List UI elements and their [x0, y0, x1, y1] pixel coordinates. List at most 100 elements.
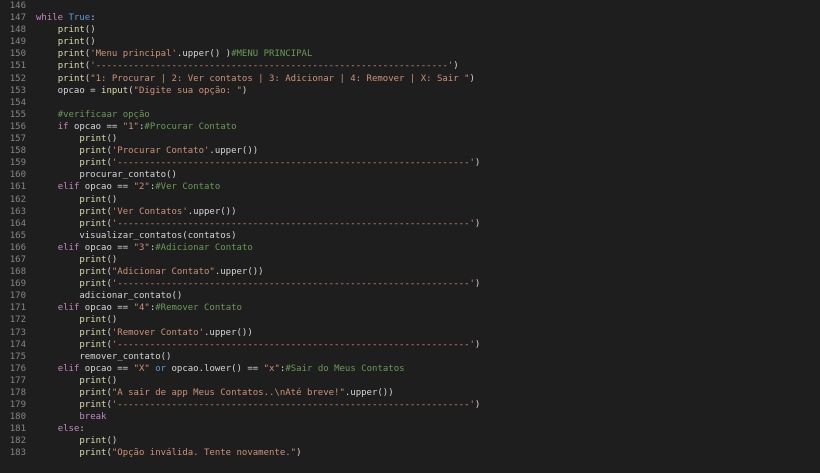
code-token-string: '---------------------------------------… [90, 61, 454, 72]
code-line[interactable]: 177 print() [0, 375, 820, 387]
code-line[interactable]: 181 else: [0, 423, 820, 435]
code-token-comment: #MENU PRINCIPAL [231, 49, 313, 60]
code-token-builtin: print [79, 375, 107, 386]
code-line[interactable]: 146 [0, 0, 820, 12]
code-token-builtin: print [79, 218, 107, 229]
code-line[interactable]: 149 print() [0, 36, 820, 48]
code-token-builtin: print [79, 267, 107, 278]
line-number: 163 [9, 206, 26, 217]
code-line[interactable]: 163 print('Ver Contatos'.upper()) [0, 206, 820, 218]
code-line[interactable]: 159 print('-----------------------------… [0, 157, 820, 169]
code-token-comment: #Procurar Contato [144, 121, 237, 132]
code-line[interactable]: 169 print('-----------------------------… [0, 278, 820, 290]
code-line[interactable]: 176 elif opcao == "X" or opcao.lower() =… [0, 363, 820, 375]
code-line[interactable]: 162 print() [0, 194, 820, 206]
code-token-keyword: elif [57, 242, 80, 253]
code-token-plain: () [84, 25, 96, 36]
code-line[interactable]: 166 elif opcao == "3":#Adicionar Contato [0, 242, 820, 254]
line-number: 168 [9, 267, 26, 278]
code-line[interactable]: 158 print('Procurar Contato'.upper()) [0, 145, 820, 157]
code-line[interactable]: 155 #verificaar opção [0, 109, 820, 121]
code-token-keyword: else [57, 424, 80, 435]
line-code: print("Opção inválida. Tente novamente."… [36, 447, 302, 459]
code-lines: 146 147 while True: 148 print() 149 print() 1… [0, 0, 820, 460]
code-line[interactable]: 180 break [0, 411, 820, 423]
code-token-builtin: print [57, 37, 85, 48]
code-line[interactable]: 161 elif opcao == "2":#Ver Contato [0, 181, 820, 193]
code-line[interactable]: 175 remover_contato() [0, 351, 820, 363]
code-line[interactable]: 179 print('-----------------------------… [0, 399, 820, 411]
line-code: print() [36, 24, 96, 36]
line-code: opcao = input("Digite sua opção: ") [36, 85, 248, 97]
code-line[interactable]: 148 print() [0, 24, 820, 36]
code-line[interactable]: 182 print() [0, 435, 820, 447]
code-line[interactable]: 164 print('-----------------------------… [0, 218, 820, 230]
line-number: 146 [9, 1, 26, 11]
line-number: 166 [9, 242, 26, 253]
code-line[interactable]: 157 print() [0, 133, 820, 145]
code-line[interactable]: 171 elif opcao == "4":#Remover Contato [0, 302, 820, 314]
code-token-string: '---------------------------------------… [111, 279, 475, 290]
code-token-plain: () [106, 315, 118, 326]
code-line[interactable]: 147 while True: [0, 12, 820, 24]
code-editor[interactable]: 146 147 while True: 148 print() 149 print() 1… [0, 0, 820, 473]
code-token-plain: () [106, 254, 118, 265]
line-number: 177 [9, 375, 26, 386]
code-token-builtin: print [79, 194, 107, 205]
line-number: 159 [9, 158, 26, 169]
code-line[interactable]: 167 print() [0, 254, 820, 266]
code-token-const: or [155, 363, 167, 374]
code-line[interactable]: 173 print('Remover Contato'.upper()) [0, 327, 820, 339]
code-token-string: "Adicionar Contato" [111, 267, 215, 278]
code-token-string: 'Procurar Contato' [111, 146, 210, 157]
line-code: #verificaar opção [36, 109, 150, 121]
code-line[interactable]: 172 print() [0, 314, 820, 326]
code-token-builtin: print [79, 134, 107, 145]
code-token-string: '---------------------------------------… [111, 400, 475, 411]
code-token-string: "A sair de app Meus Contatos..\nAté brev… [111, 388, 345, 398]
code-line[interactable]: 151 print('-----------------------------… [0, 60, 820, 72]
code-line[interactable]: 156 if opcao == "1":#Procurar Contato [0, 121, 820, 133]
code-line[interactable]: 153 opcao = input("Digite sua opção: ") [0, 85, 820, 97]
line-code: while True: [36, 12, 96, 24]
line-code: elif opcao == "4":#Remover Contato [36, 302, 242, 314]
code-token-comment: #Sair do Meus Contatos [285, 363, 405, 374]
code-line[interactable]: 183 print("Opção inválida. Tente novamen… [0, 447, 820, 459]
line-code: if opcao == "1":#Procurar Contato [36, 121, 237, 133]
line-code: adicionar_contato() [36, 290, 182, 302]
code-token-builtin: print [79, 436, 107, 447]
line-number: 152 [9, 73, 26, 84]
line-code: print('Ver Contatos'.upper()) [36, 206, 236, 218]
code-token-plain: ) [474, 400, 481, 411]
code-line[interactable]: 168 print("Adicionar Contato".upper()) [0, 266, 820, 278]
line-code: print() [36, 375, 117, 387]
line-number: 156 [9, 121, 26, 132]
code-line[interactable]: 165 visualizar_contatos(contatos) [0, 230, 820, 242]
code-token-keyword: if [57, 121, 69, 132]
code-line[interactable]: 170 adicionar_contato() [0, 290, 820, 302]
code-line[interactable]: 174 print('-----------------------------… [0, 339, 820, 351]
code-token-builtin: print [79, 315, 107, 326]
code-line[interactable]: 150 print('Menu principal'.upper() )#MEN… [0, 48, 820, 60]
code-line[interactable]: 152 print("1: Procurar | 2: Ver contatos… [0, 73, 820, 85]
code-token-builtin: print [79, 254, 107, 265]
code-line[interactable]: 154 [0, 97, 820, 109]
line-number: 169 [9, 279, 26, 290]
code-line[interactable]: 178 print("A sair de app Meus Contatos..… [0, 387, 820, 399]
code-token-plain: ) [296, 448, 302, 459]
code-line[interactable]: 160 procurar_contato() [0, 169, 820, 181]
line-code: print() [36, 133, 117, 145]
line-code: print('---------------------------------… [36, 339, 480, 351]
